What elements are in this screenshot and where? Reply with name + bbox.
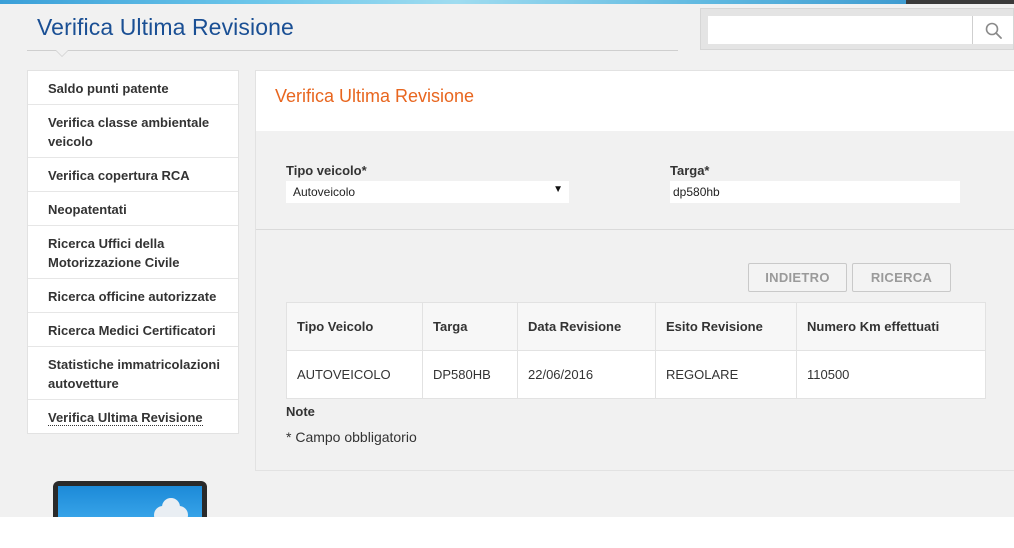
sidebar-item-neopatentati[interactable]: Neopatentati [28,192,238,226]
sidebar-item-ricerca-officine[interactable]: Ricerca officine autorizzate [28,279,238,313]
table-cell: DP580HB [422,350,518,399]
column-header: Esito Revisione [655,302,797,351]
sidebar-item-statistiche-immatricolazioni[interactable]: Statistiche immatricolazioni autovetture [28,347,238,400]
sidebar-item-saldo-punti-patente[interactable]: Saldo punti patente [28,71,238,105]
column-header: Targa [422,302,518,351]
promo-monitor-image[interactable] [53,481,207,517]
notes-text: * Campo obbligatorio [286,429,417,445]
table-row: AUTOVEICOLO DP580HB 22/06/2016 REGOLARE … [286,350,986,399]
cloud-icon [154,498,188,517]
sidebar-item-label: Ricerca Medici Certificatori [48,323,216,338]
sidebar-item-label: Verifica classe ambientale veicolo [48,115,210,149]
vehicle-type-label: Tipo veicolo* [286,163,367,178]
sidebar-item-label: Verifica Ultima Revisione [48,410,203,426]
search-submit-button[interactable]: RICERCA [852,263,951,292]
plate-input[interactable] [670,181,960,203]
column-header: Tipo Veicolo [286,302,423,351]
table-cell: AUTOVEICOLO [286,350,423,399]
table-cell: REGOLARE [655,350,797,399]
search-box [700,8,1014,50]
sidebar-menu: Saldo punti patente Verifica classe ambi… [27,70,239,434]
sidebar-item-label: Neopatentati [48,202,127,217]
search-button[interactable] [973,16,1013,44]
title-divider [27,50,678,51]
column-header: Data Revisione [517,302,656,351]
back-button[interactable]: INDIETRO [748,263,847,292]
sidebar-item-ricerca-uffici[interactable]: Ricerca Uffici della Motorizzazione Civi… [28,226,238,279]
column-header: Numero Km effettuati [796,302,986,351]
main-panel: Verifica Ultima Revisione Tipo veicolo* … [255,70,1014,471]
table-cell: 22/06/2016 [517,350,656,399]
dropdown-arrow-icon: ▼ [553,184,563,195]
promo-monitor-screen [58,486,202,517]
sidebar-item-label: Ricerca Uffici della Motorizzazione Civi… [48,236,180,270]
vehicle-type-select[interactable]: Autoveicolo ▼ [286,181,569,203]
page: Verifica Ultima Revisione Saldo punti pa… [0,0,1014,517]
sidebar-item-label: Statistiche immatricolazioni autovetture [48,357,220,391]
top-decorative-strip [0,0,1014,4]
search-input[interactable] [708,16,972,44]
main-header: Verifica Ultima Revisione [256,71,1014,131]
top-dark-strip [906,0,1014,4]
vehicle-type-value: Autoveicolo [293,185,356,199]
sidebar-item-label: Saldo punti patente [48,81,169,96]
sidebar-item-verifica-copertura-rca[interactable]: Verifica copertura RCA [28,158,238,192]
notes-title: Note [286,404,315,419]
sidebar-item-verifica-ultima-revisione[interactable]: Verifica Ultima Revisione [28,400,238,433]
sidebar-item-label: Ricerca officine autorizzate [48,289,217,304]
table-header-row: Tipo Veicolo Targa Data Revisione Esito … [286,302,986,351]
section-title: Verifica Ultima Revisione [275,86,475,106]
results-table: Tipo Veicolo Targa Data Revisione Esito … [286,302,986,399]
search-form: Tipo veicolo* Autoveicolo ▼ Targa* [256,131,1014,230]
search-icon [985,22,1002,39]
sidebar-item-label: Verifica copertura RCA [48,168,190,183]
table-cell: 110500 [796,350,986,399]
sidebar-item-ricerca-medici[interactable]: Ricerca Medici Certificatori [28,313,238,347]
sidebar-item-verifica-classe-ambientale[interactable]: Verifica classe ambientale veicolo [28,105,238,158]
page-title: Verifica Ultima Revisione [37,14,294,40]
plate-label: Targa* [670,163,710,178]
